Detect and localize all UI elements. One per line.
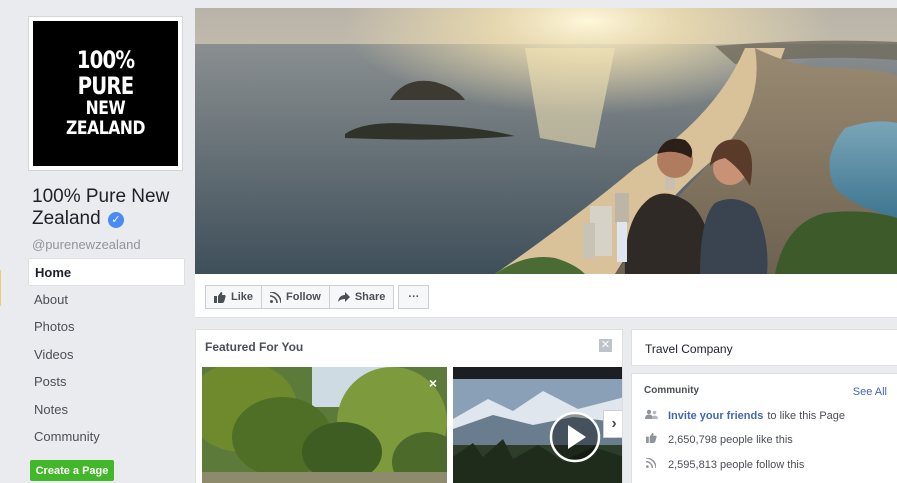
verified-badge-icon: ✓	[107, 212, 124, 228]
follows-count: 2,595,813 people follow this	[668, 458, 805, 471]
more-icon: ···	[408, 291, 420, 303]
community-card: Community See All Invite your friends to…	[631, 373, 897, 483]
action-buttons: Like Follow Share ···	[205, 285, 430, 309]
follow-button[interactable]: Follow	[261, 285, 330, 309]
carousel-next-button[interactable]: ›	[603, 410, 622, 438]
more-options-button[interactable]: ···	[398, 285, 430, 309]
page-title[interactable]: 100% Pure New Zealand ✓	[32, 186, 182, 230]
page-nav: Home About Photos Videos Posts Notes Com…	[28, 258, 185, 451]
invite-row: Invite your friends to like this Page	[644, 409, 845, 422]
featured-for-you-panel: Featured For You ✕ × ›	[195, 329, 623, 483]
profile-picture[interactable]: 100% PURE NEW ZEALAND	[28, 16, 183, 171]
nav-item-notes[interactable]: Notes	[28, 396, 185, 424]
like-label: Like	[231, 291, 254, 303]
featured-title: Featured For You	[205, 340, 304, 354]
nav-item-community[interactable]: Community	[28, 423, 185, 451]
cover-image	[195, 8, 897, 274]
follow-label: Follow	[286, 291, 321, 303]
share-button[interactable]: Share	[328, 285, 395, 309]
page-action-bar: Like Follow Share ···	[195, 274, 897, 318]
featured-image-1	[202, 367, 447, 483]
left-column: 100% PURE NEW ZEALAND 100% Pure New Zeal…	[20, 8, 192, 483]
featured-close-icon[interactable]: ✕	[599, 339, 612, 352]
create-page-button[interactable]: Create a Page	[30, 460, 114, 481]
like-button[interactable]: Like	[205, 285, 263, 309]
page-category-card: Travel Company	[631, 329, 897, 366]
cover-photo[interactable]	[195, 8, 897, 274]
edge-marker	[0, 270, 6, 306]
brand-logo: 100% PURE NEW ZEALAND	[33, 21, 178, 166]
rss-icon	[270, 291, 282, 303]
nav-item-photos[interactable]: Photos	[28, 313, 185, 341]
thumbs-up-icon	[214, 291, 226, 303]
nav-item-home[interactable]: Home	[28, 258, 185, 286]
featured-image-2	[453, 367, 622, 483]
featured-item-2[interactable]: ›	[453, 367, 622, 483]
likes-count: 2,650,798 people like this	[668, 433, 793, 446]
share-arrow-icon	[337, 292, 350, 302]
people-icon	[644, 409, 658, 422]
featured-item-1[interactable]: ×	[202, 367, 447, 483]
logo-line-1: 100% PURE	[76, 46, 135, 100]
page-category[interactable]: Travel Company	[645, 342, 733, 356]
dismiss-item-icon[interactable]: ×	[429, 375, 437, 391]
nav-item-posts[interactable]: Posts	[28, 368, 185, 396]
likes-row: 2,650,798 people like this	[644, 433, 793, 446]
community-heading: Community	[644, 385, 699, 396]
follows-row: 2,595,813 people follow this	[644, 457, 805, 471]
page-handle[interactable]: @purenewzealand	[32, 237, 141, 252]
invite-suffix: to like this Page	[767, 409, 846, 422]
logo-line-2: NEW ZEALAND	[65, 96, 146, 139]
invite-friends-link[interactable]: Invite your friends	[668, 410, 763, 422]
nav-item-videos[interactable]: Videos	[28, 341, 185, 369]
see-all-link[interactable]: See All	[853, 386, 887, 398]
page-title-text: 100% Pure New Zealand	[32, 186, 170, 229]
thumbs-up-icon	[644, 433, 658, 446]
nav-item-about[interactable]: About	[28, 286, 185, 314]
rss-icon	[644, 457, 658, 471]
share-label: Share	[354, 291, 386, 303]
